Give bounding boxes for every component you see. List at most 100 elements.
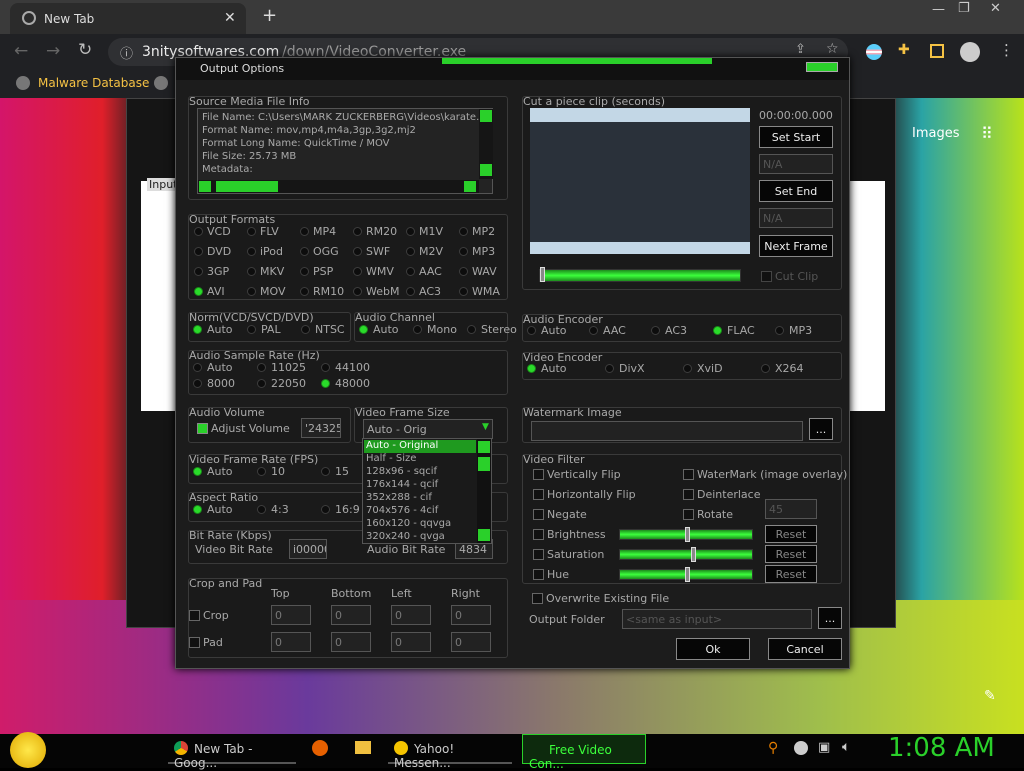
radio-stereo[interactable] [467,325,476,334]
format-radio-3gp[interactable] [194,267,203,276]
search-icon[interactable]: ⚲ [768,740,778,756]
radio-10[interactable] [257,467,266,476]
output-folder-input[interactable]: <same as input> [622,609,812,629]
format-radio-avi[interactable] [194,287,203,296]
window-close-icon[interactable]: ✕ [990,1,1001,16]
watermark-overlay-checkbox[interactable] [683,469,694,480]
radio-44100[interactable] [321,363,330,372]
brightness-reset-button[interactable]: Reset [765,525,817,543]
pad-bottom-input[interactable]: 0 [331,632,371,652]
close-tab-icon[interactable]: ✕ [224,10,236,26]
format-radio-mp3[interactable] [459,247,468,256]
radio-auto[interactable] [193,467,202,476]
scroll-thumb[interactable] [216,181,278,192]
crop-top-input[interactable]: 0 [271,605,311,625]
frame-size-option[interactable]: 320x240 - qvga [364,531,476,544]
radio-48000[interactable] [321,379,330,388]
cancel-button[interactable]: Cancel [768,638,842,660]
scroll-up-icon[interactable] [478,441,490,453]
taskbar-item-yahoo[interactable]: Yahoo! Messen... [388,734,512,770]
dialog-close-button[interactable] [806,62,838,72]
format-radio-aac[interactable] [406,267,415,276]
start-time-field[interactable]: N/A [759,154,833,174]
radio-mp3[interactable] [775,326,784,335]
format-radio-rm10[interactable] [300,287,309,296]
cut-clip-checkbox[interactable] [761,271,772,282]
radio-mono[interactable] [413,325,422,334]
filter-checkbox-brightness[interactable] [533,529,544,540]
extension-flag-icon[interactable] [866,44,882,60]
browser-tab[interactable]: New Tab ✕ [10,3,246,34]
extensions-puzzle-icon[interactable]: ✚ [898,42,910,58]
radio-auto[interactable] [527,364,536,373]
format-radio-psp[interactable] [300,267,309,276]
filter-checkbox-horizontally-flip[interactable] [533,489,544,500]
scroll-down-icon[interactable] [480,164,492,176]
deinterlace-checkbox[interactable] [683,489,694,500]
profile-avatar-icon[interactable] [960,42,980,62]
pad-checkbox[interactable] [189,637,200,648]
back-icon[interactable]: ← [14,41,28,61]
crop-left-input[interactable]: 0 [391,605,431,625]
source-info-textbox[interactable]: File Name: C:\Users\MARK ZUCKERBERG\Vide… [197,108,493,194]
set-end-button[interactable]: Set End [759,180,833,202]
format-radio-mp2[interactable] [459,227,468,236]
volume-icon[interactable]: 🔈︎ [842,739,850,755]
tray-globe-icon[interactable] [794,741,808,755]
radio-11025[interactable] [257,363,266,372]
format-radio-ipod[interactable] [247,247,256,256]
menu-kebab-icon[interactable]: ⋮ [999,41,1014,59]
crop-right-input[interactable]: 0 [451,605,491,625]
hue-slider[interactable] [619,567,753,582]
format-radio-mp4[interactable] [300,227,309,236]
frame-size-option[interactable]: Half - Size [364,453,476,466]
horizontal-scrollbar[interactable] [198,180,479,193]
format-radio-dvd[interactable] [194,247,203,256]
format-radio-vcd[interactable] [194,227,203,236]
brightness-knob[interactable] [685,527,690,542]
format-radio-ogg[interactable] [300,247,309,256]
scroll-up-icon[interactable] [480,110,492,122]
reload-icon[interactable]: ↻ [78,40,92,60]
apps-grid-icon[interactable]: ⠿ [981,124,993,143]
format-radio-m1v[interactable] [406,227,415,236]
radio-ntsc[interactable] [301,325,310,334]
format-radio-wmv[interactable] [353,267,362,276]
filter-checkbox-saturation[interactable] [533,549,544,560]
saturation-knob[interactable] [691,547,696,562]
start-smiley-icon[interactable] [10,732,46,768]
radio-x264[interactable] [761,364,770,373]
bookmark-globe-icon[interactable] [154,76,168,90]
minimize-icon[interactable]: — [932,2,945,17]
adjust-volume-checkbox[interactable] [197,423,208,434]
frame-size-option[interactable]: 704x576 - 4cif [364,505,476,518]
filter-checkbox-negate[interactable] [533,509,544,520]
frame-size-option[interactable]: 160x120 - qqvga [364,518,476,531]
frame-size-option[interactable]: 176x144 - qcif [364,479,476,492]
frame-size-option[interactable]: 352x288 - cif [364,492,476,505]
format-radio-mov[interactable] [247,287,256,296]
frame-size-option[interactable]: 128x96 - sqcif [364,466,476,479]
scroll-right-icon[interactable] [464,181,476,192]
vertical-scrollbar[interactable] [479,109,493,179]
network-icon[interactable]: ▣ [818,740,830,755]
radio-flac[interactable] [713,326,722,335]
folder-icon[interactable] [355,741,371,754]
clock[interactable]: 1:08 AM [888,733,995,763]
radio-22050[interactable] [257,379,266,388]
edit-pencil-icon[interactable]: ✎ [984,688,996,704]
taskbar-item-video-converter[interactable]: Free Video Con... [522,734,646,771]
hue-reset-button[interactable]: Reset [765,565,817,583]
overwrite-checkbox[interactable] [532,593,543,604]
pad-top-input[interactable]: 0 [271,632,311,652]
scroll-left-icon[interactable] [199,181,211,192]
frame-size-option[interactable]: Auto - Original [364,440,476,453]
rotate-checkbox[interactable] [683,509,694,520]
radio-auto[interactable] [527,326,536,335]
frame-size-dropdown-list[interactable]: Auto - Original Half - Size 128x96 - sqcif… [362,438,492,544]
saturation-reset-button[interactable]: Reset [765,545,817,563]
radio-ac3[interactable] [651,326,660,335]
format-radio-wav[interactable] [459,267,468,276]
hue-knob[interactable] [685,567,690,582]
video-bit-rate-input[interactable]: i00000 [289,539,327,559]
